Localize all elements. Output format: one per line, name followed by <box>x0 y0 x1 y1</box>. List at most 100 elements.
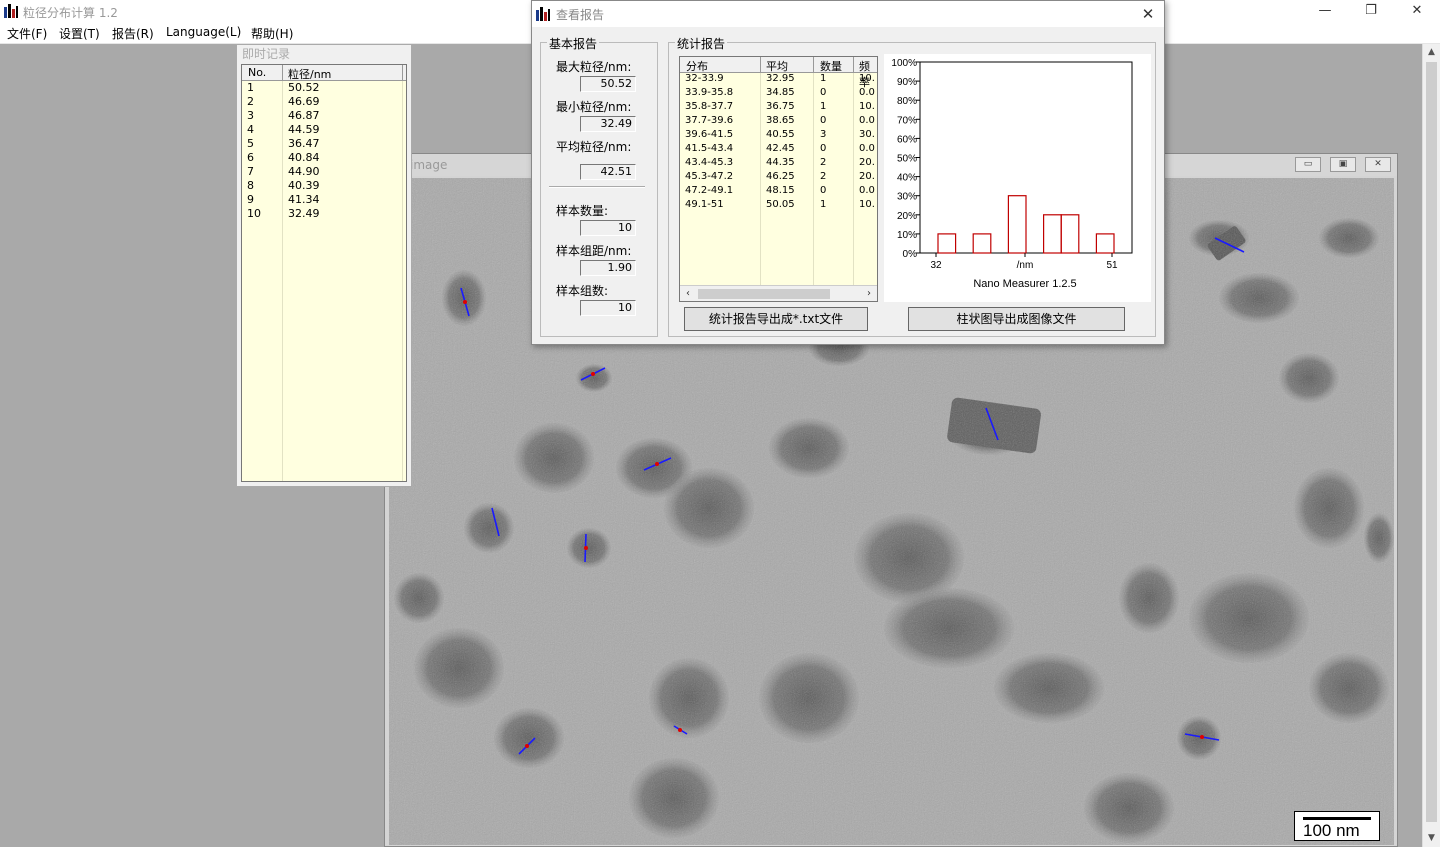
basic-report-group: 基本报告 最大粒径/nm: 50.52 最小粒径/nm: 32.49 平均粒径/… <box>540 35 658 337</box>
stats-scroll-thumb[interactable] <box>698 289 830 299</box>
scroll-right-icon[interactable]: › <box>861 286 877 301</box>
stat-frequency: 0.0 <box>859 185 875 196</box>
y-tick-label: 30% <box>897 192 917 203</box>
histogram-chart: 100% 90% 80% 70% 60% 50% 40% 30% 20% 10% 0% 32/nm 51… <box>884 54 1151 302</box>
record-row[interactable]: 2 46.69 <box>242 95 406 109</box>
scale-bar-label: 100 nm <box>1303 821 1360 840</box>
menu-help[interactable]: 帮助(H) <box>251 25 293 42</box>
stats-row[interactable]: 45.3-47.2 46.25 2 20. <box>680 171 877 185</box>
image-restore-button[interactable]: ▣ <box>1330 157 1356 172</box>
scroll-down-icon[interactable]: ▼ <box>1423 830 1440 847</box>
sample-groups-label: 样本组数: <box>556 284 609 298</box>
sample-groups-field: 10 <box>580 300 636 316</box>
stat-count: 3 <box>820 129 827 140</box>
stats-row[interactable]: 47.2-49.1 48.15 0 0.0 <box>680 185 877 199</box>
min-size-label: 最小粒径/nm: <box>556 100 632 114</box>
stats-row[interactable]: 33.9-35.8 34.85 0 0.0 <box>680 87 877 101</box>
stat-range: 35.8-37.7 <box>685 101 734 112</box>
stats-row[interactable]: 39.6-41.5 40.55 3 30. <box>680 129 877 143</box>
stat-range: 32-33.9 <box>685 73 724 84</box>
record-no: 5 <box>247 137 254 150</box>
restore-button[interactable]: ❐ <box>1348 0 1394 22</box>
column-header-no[interactable]: No. <box>248 66 266 79</box>
scroll-up-icon[interactable]: ▲ <box>1423 44 1440 61</box>
scale-bar: 100 nm <box>1294 811 1380 841</box>
stats-row[interactable]: 37.7-39.6 38.65 0 0.0 <box>680 115 877 129</box>
stat-range: 47.2-49.1 <box>685 185 734 196</box>
record-row[interactable]: 5 36.47 <box>242 137 406 151</box>
export-image-button[interactable]: 柱状图导出成图像文件 <box>908 307 1125 331</box>
record-row[interactable]: 8 40.39 <box>242 179 406 193</box>
record-row[interactable]: 10 32.49 <box>242 207 406 221</box>
image-minimize-button[interactable]: ▭ <box>1295 157 1321 172</box>
y-tick-label: 20% <box>897 211 917 222</box>
record-rows: 1 50.52 2 46.69 3 46.87 4 44.59 5 36.47 6 40.84 7 44.… <box>242 81 406 221</box>
avg-size-field: 42.51 <box>580 164 636 180</box>
record-no: 9 <box>247 193 254 206</box>
stat-frequency: 20. <box>859 171 875 182</box>
stat-mean: 36.75 <box>766 101 795 112</box>
stat-count: 1 <box>820 73 827 84</box>
image-close-button[interactable]: ✕ <box>1365 157 1391 172</box>
y-tick-label: 50% <box>897 154 917 165</box>
basic-report-label: 基本报告 <box>547 35 600 52</box>
record-row[interactable]: 3 46.87 <box>242 109 406 123</box>
stat-frequency: 10. <box>859 73 875 84</box>
record-size: 46.87 <box>288 109 320 122</box>
stat-frequency: 10. <box>859 199 875 210</box>
scroll-left-icon[interactable]: ‹ <box>680 286 696 301</box>
stat-mean: 46.25 <box>766 171 795 182</box>
stat-range: 49.1-51 <box>685 199 724 210</box>
image-window-title: image <box>410 158 448 172</box>
column-header-mean[interactable]: 平均 <box>766 58 788 74</box>
record-table[interactable]: No. 粒径/nm 1 50.52 2 46.69 3 46.87 4 44.59 5 36.47… <box>241 64 407 482</box>
stat-mean: 34.85 <box>766 87 795 98</box>
menu-settings[interactable]: 设置(T) <box>59 25 100 42</box>
stats-row[interactable]: 43.4-45.3 44.35 2 20. <box>680 157 877 171</box>
menu-language[interactable]: Language(L) <box>166 25 241 39</box>
x-tick-label: 32 <box>930 260 942 271</box>
report-close-button[interactable]: ✕ <box>1138 4 1158 24</box>
record-size: 44.90 <box>288 165 320 178</box>
record-panel-title: 即时记录 <box>242 47 291 61</box>
record-row[interactable]: 4 44.59 <box>242 123 406 137</box>
stats-row[interactable]: 35.8-37.7 36.75 1 10. <box>680 101 877 115</box>
stats-horizontal-scrollbar[interactable]: ‹ › <box>680 285 877 301</box>
stat-mean: 42.45 <box>766 143 795 154</box>
column-header-size[interactable]: 粒径/nm <box>288 66 331 82</box>
y-tick-label: 80% <box>897 96 917 107</box>
stats-row[interactable]: 49.1-51 50.05 1 10. <box>680 199 877 213</box>
stat-frequency: 0.0 <box>859 87 875 98</box>
sample-interval-label: 样本组距/nm: <box>556 244 632 258</box>
basic-separator <box>549 186 645 188</box>
column-header-count[interactable]: 数量 <box>820 58 842 74</box>
workspace-scrollbar[interactable]: ▲ ▼ <box>1422 44 1440 847</box>
record-row[interactable]: 9 41.34 <box>242 193 406 207</box>
record-no: 10 <box>247 207 261 220</box>
record-size: 46.69 <box>288 95 320 108</box>
report-dialog: 查看报告 ✕ 基本报告 最大粒径/nm: 50.52 最小粒径/nm: 32.4… <box>531 0 1165 345</box>
y-tick-label: 70% <box>897 115 917 126</box>
record-row[interactable]: 7 44.90 <box>242 165 406 179</box>
stats-table[interactable]: 分布 平均 数量 频率 32-33.9 32.95 1 10. 33.9-35.8 34.… <box>679 56 878 302</box>
record-row[interactable]: 6 40.84 <box>242 151 406 165</box>
menu-file[interactable]: 文件(F) <box>7 25 47 42</box>
y-tick-label: 40% <box>897 173 917 184</box>
export-txt-button[interactable]: 统计报告导出成*.txt文件 <box>684 307 868 331</box>
column-header-range[interactable]: 分布 <box>686 58 708 74</box>
stat-frequency: 0.0 <box>859 143 875 154</box>
y-tick-label: 60% <box>897 134 917 145</box>
scroll-thumb[interactable] <box>1426 62 1437 822</box>
minimize-button[interactable]: — <box>1302 0 1348 22</box>
record-row[interactable]: 1 50.52 <box>242 81 406 95</box>
close-button[interactable]: ✕ <box>1394 0 1440 22</box>
stats-row[interactable]: 32-33.9 32.95 1 10. <box>680 73 877 87</box>
stats-table-header: 分布 平均 数量 频率 <box>680 57 877 89</box>
stats-row[interactable]: 41.5-43.4 42.45 0 0.0 <box>680 143 877 157</box>
record-table-header: No. 粒径/nm <box>242 65 406 81</box>
stat-range: 33.9-35.8 <box>685 87 734 98</box>
report-dialog-titlebar: 查看报告 ✕ <box>532 1 1164 27</box>
menu-report[interactable]: 报告(R) <box>112 25 154 42</box>
record-no: 2 <box>247 95 254 108</box>
sample-interval-field: 1.90 <box>580 260 636 276</box>
